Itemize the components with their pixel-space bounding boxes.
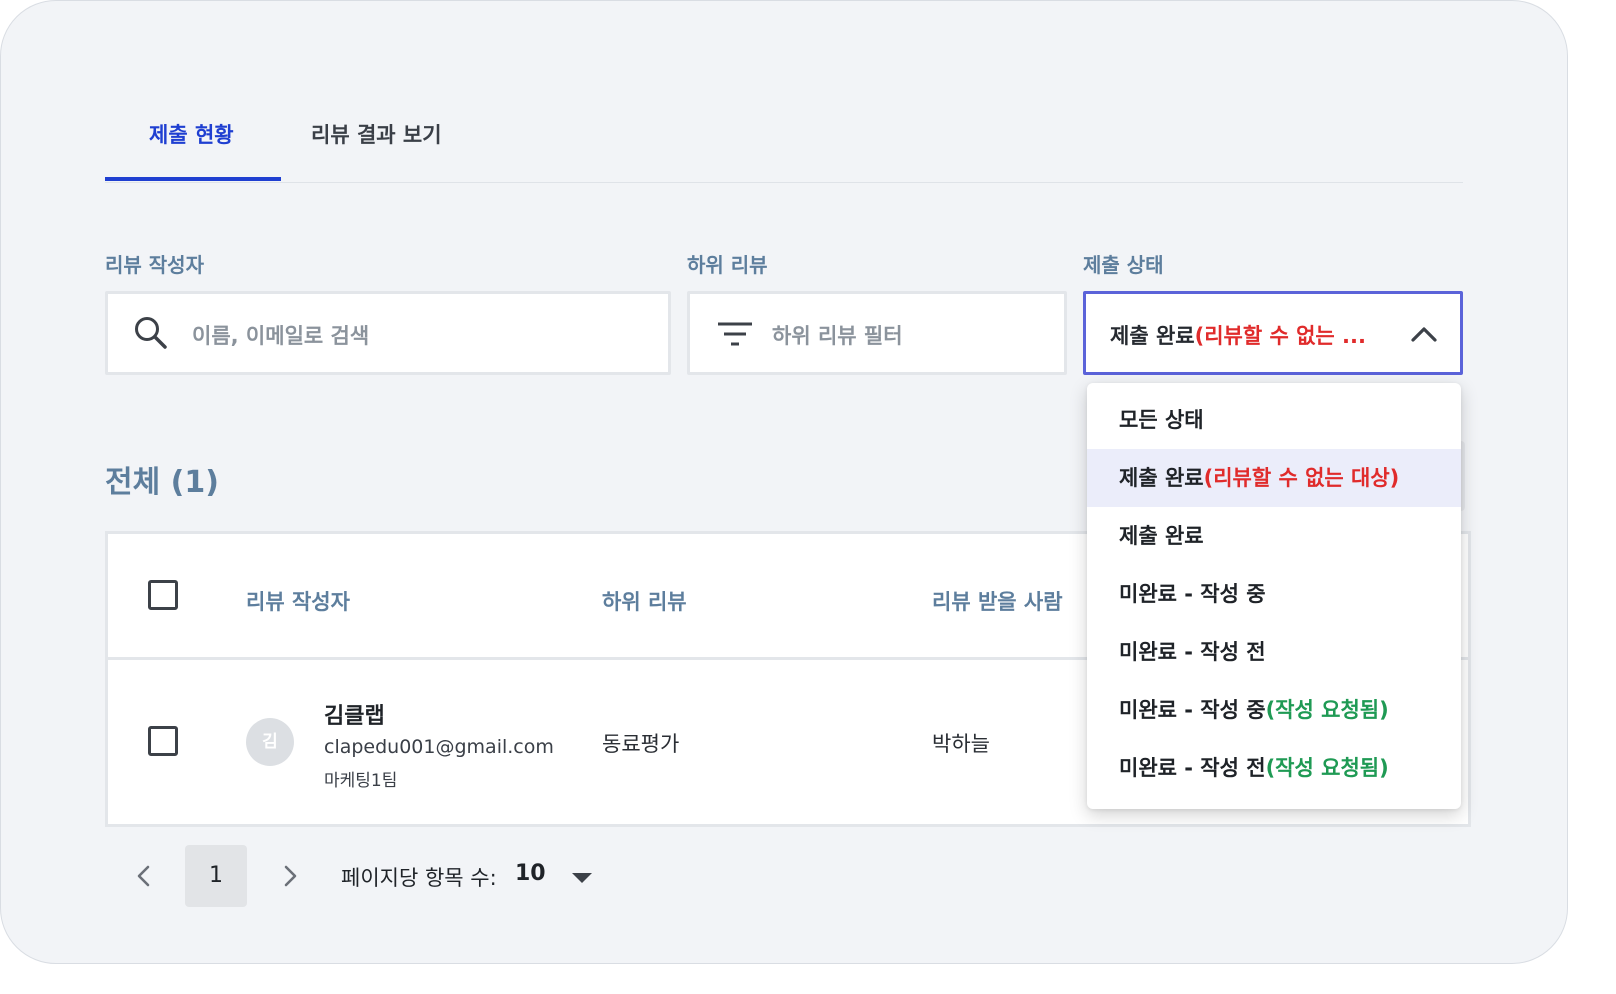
status-option-submitted-unreviewable[interactable]: 제출 완료(리뷰할 수 없는 대상): [1087, 449, 1461, 507]
subreview-filter-placeholder: 하위 리뷰 필터: [772, 324, 903, 348]
status-select-main: 제출 완료: [1110, 324, 1195, 348]
column-header-reviewee[interactable]: 리뷰 받을 사람: [932, 586, 1063, 616]
writer-email: clapedu001@gmail.com: [324, 736, 554, 758]
chevron-left-icon[interactable]: [129, 861, 159, 891]
tab-review-results[interactable]: 리뷰 결과 보기: [311, 119, 442, 149]
status-dropdown-menu: 모든 상태 제출 완료(리뷰할 수 없는 대상) 제출 완료 미완료 - 작성 …: [1087, 383, 1461, 809]
status-option-in-progress[interactable]: 미완료 - 작성 중: [1087, 565, 1461, 623]
status-option-all[interactable]: 모든 상태: [1087, 391, 1461, 449]
option-note: (리뷰할 수 없는 대상): [1203, 466, 1400, 490]
writer-filter-label: 리뷰 작성자: [105, 253, 204, 277]
writer-search-placeholder: 이름, 이메일로 검색: [192, 324, 370, 348]
option-label: 미완료 - 작성 중: [1119, 582, 1266, 606]
option-label: 미완료 - 작성 전: [1119, 640, 1266, 664]
subreview-filter-label: 하위 리뷰: [687, 253, 768, 277]
search-icon: [135, 317, 167, 349]
select-all-checkbox[interactable]: [148, 580, 178, 610]
per-page-value[interactable]: 10: [515, 861, 546, 886]
chevron-up-icon: [1411, 327, 1437, 342]
status-option-not-started[interactable]: 미완료 - 작성 전: [1087, 623, 1461, 681]
subreview-filter-input[interactable]: 하위 리뷰 필터: [687, 291, 1067, 375]
reviewee-cell: 박하늘: [932, 732, 990, 756]
chevron-right-icon[interactable]: [275, 861, 305, 891]
status-select[interactable]: 제출 완료(리뷰할 수 없는 ...: [1083, 291, 1463, 375]
writer-search-input[interactable]: 이름, 이메일로 검색: [105, 291, 671, 375]
option-note: (작성 요청됨): [1265, 756, 1389, 780]
status-select-value: 제출 완료(리뷰할 수 없는 ...: [1110, 320, 1366, 350]
total-count: 전체 (1): [105, 465, 219, 500]
option-label: 제출 완료: [1119, 524, 1204, 548]
tab-submission-status[interactable]: 제출 현황: [149, 119, 234, 149]
status-select-note: (리뷰할 수 없는 ...: [1194, 324, 1366, 348]
app-frame: 제출 현황 리뷰 결과 보기 리뷰 작성자 이름, 이메일로 검색 하위 리뷰 …: [0, 0, 1568, 964]
active-tab-indicator: [105, 177, 281, 181]
option-label: 제출 완료: [1119, 466, 1204, 490]
writer-team: 마케팅1팀: [324, 771, 398, 791]
caret-down-icon[interactable]: [571, 871, 593, 885]
filter-icon: [718, 322, 752, 346]
status-option-in-progress-requested[interactable]: 미완료 - 작성 중(작성 요청됨): [1087, 681, 1461, 739]
status-option-submitted[interactable]: 제출 완료: [1087, 507, 1461, 565]
column-header-writer[interactable]: 리뷰 작성자: [246, 586, 350, 616]
tab-bar: 제출 현황 리뷰 결과 보기: [105, 105, 1463, 183]
subreview-cell: 동료평가: [602, 732, 680, 756]
status-option-not-started-requested[interactable]: 미완료 - 작성 전(작성 요청됨): [1087, 739, 1461, 797]
option-label: 모든 상태: [1119, 408, 1204, 432]
column-header-subreview[interactable]: 하위 리뷰: [602, 586, 687, 616]
per-page-label: 페이지당 항목 수:: [341, 866, 497, 890]
option-label: 미완료 - 작성 전: [1119, 756, 1266, 780]
avatar: 김: [246, 718, 294, 766]
option-label: 미완료 - 작성 중: [1119, 698, 1266, 722]
row-checkbox[interactable]: [148, 726, 178, 756]
status-filter-label: 제출 상태: [1083, 253, 1164, 277]
page-number-button[interactable]: 1: [185, 845, 247, 907]
option-note: (작성 요청됨): [1265, 698, 1389, 722]
writer-name: 김클랩: [324, 704, 385, 729]
